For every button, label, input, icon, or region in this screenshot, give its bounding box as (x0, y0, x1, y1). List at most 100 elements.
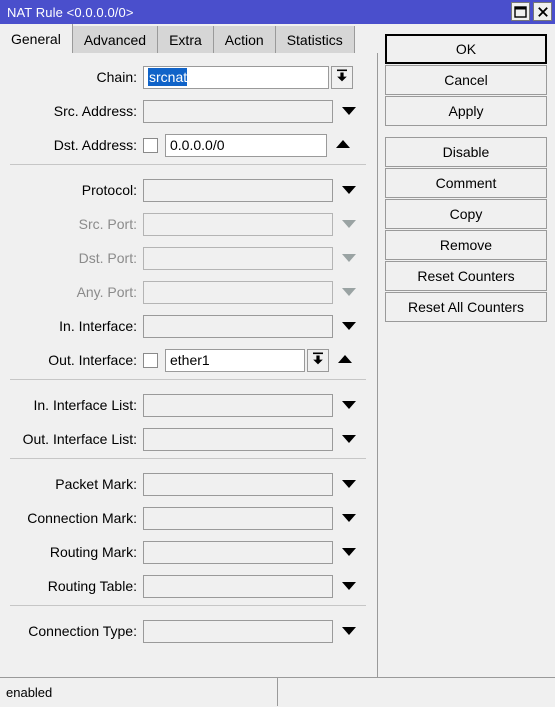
label-routing-table: Routing Table: (47, 578, 137, 594)
label-routing-mark: Routing Mark: (49, 544, 137, 560)
maximize-icon (514, 5, 527, 18)
disable-button[interactable]: Disable (385, 137, 547, 167)
reset-counters-button[interactable]: Reset Counters (385, 261, 547, 291)
chevron-down-icon-in-interface-list[interactable] (337, 399, 361, 411)
set-value-dropdown-button-chain[interactable] (331, 65, 353, 89)
general-form-panel: Chain: srcnat Src. Address: Dst. Address: 0.… (0, 53, 378, 677)
input-connection-type[interactable] (143, 619, 333, 643)
form-row-in-interface: In. Interface: (0, 311, 377, 341)
chevron-up-icon-dst-address[interactable] (331, 139, 355, 151)
form-row-src-address: Src. Address: (0, 96, 377, 126)
chevron-down-icon-connection-type[interactable] (337, 625, 361, 637)
form-row-connection-mark: Connection Mark: (0, 503, 377, 533)
form-row-routing-mark: Routing Mark: (0, 537, 377, 567)
titlebar: NAT Rule <0.0.0.0/0> (0, 0, 555, 24)
form-row-connection-type: Connection Type: (0, 616, 377, 646)
chevron-down-icon-in-interface[interactable] (337, 320, 361, 332)
chevron-down-icon-protocol[interactable] (337, 184, 361, 196)
label-dst-port: Dst. Port: (78, 250, 137, 266)
form-separator (10, 379, 366, 380)
set-arrow-down-icon (311, 351, 325, 369)
input-in-interface[interactable] (143, 314, 333, 338)
tab-general[interactable]: General (0, 24, 73, 53)
status-text-enabled: enabled (0, 678, 278, 706)
label-src-address: Src. Address: (53, 103, 137, 119)
close-icon (537, 6, 549, 18)
input-packet-mark[interactable] (143, 472, 333, 496)
close-button[interactable] (533, 2, 552, 21)
ok-button[interactable]: OK (385, 34, 547, 64)
button-label: Comment (435, 175, 497, 191)
chevron-down-icon-any-port (337, 286, 361, 298)
input-src-port (143, 212, 333, 236)
chevron-down-icon-out-interface-list[interactable] (337, 433, 361, 445)
remove-button[interactable]: Remove (385, 230, 547, 260)
comment-button[interactable]: Comment (385, 168, 547, 198)
maximize-button[interactable] (511, 2, 530, 21)
apply-button[interactable]: Apply (385, 96, 547, 126)
form-row-dst-port: Dst. Port: (0, 243, 377, 273)
reset-all-counters-button[interactable]: Reset All Counters (385, 292, 547, 322)
button-label: Reset Counters (417, 268, 515, 284)
action-button-column: OK Cancel Apply Disable Comment Copy Remove Res… (385, 34, 547, 323)
set-arrow-down-icon (335, 68, 349, 86)
tab-extra[interactable]: Extra (158, 26, 214, 53)
form-row-src-port: Src. Port: (0, 209, 377, 239)
chevron-down-icon-routing-table[interactable] (337, 580, 361, 592)
nat-rule-window: NAT Rule <0.0.0.0/0> General Advanced Ex… (0, 0, 555, 707)
input-src-address[interactable] (143, 99, 333, 123)
form-separator (10, 458, 366, 459)
tab-label: General (11, 30, 61, 47)
chevron-down-icon-packet-mark[interactable] (337, 478, 361, 490)
label-out-interface: Out. Interface: (48, 352, 137, 368)
form-row-any-port: Any. Port: (0, 277, 377, 307)
button-label: Disable (442, 144, 490, 160)
set-value-dropdown-button-out-interface[interactable] (307, 348, 329, 372)
form-row-chain: Chain: srcnat (0, 62, 377, 92)
input-protocol[interactable] (143, 178, 333, 202)
copy-button[interactable]: Copy (385, 199, 547, 229)
input-out-interface[interactable]: ether1 (165, 348, 305, 372)
window-body: General Advanced Extra Action Statistics Cha… (0, 24, 555, 707)
chevron-up-icon-out-interface[interactable] (333, 354, 357, 366)
button-label: Reset All Counters (408, 299, 524, 315)
checkbox-out-interface[interactable] (143, 352, 158, 368)
input-out-interface-list[interactable] (143, 427, 333, 451)
label-connection-type: Connection Type: (28, 623, 137, 639)
input-value: srcnat (148, 67, 188, 86)
label-in-interface: In. Interface: (59, 318, 137, 334)
tab-action[interactable]: Action (213, 26, 276, 53)
form-row-dst-address: Dst. Address: 0.0.0.0/0 (0, 130, 377, 160)
form-row-in-interface-list: In. Interface List: (0, 390, 377, 420)
form-row-out-interface: Out. Interface: ether1 (0, 345, 377, 375)
input-routing-mark[interactable] (143, 540, 333, 564)
input-routing-table[interactable] (143, 574, 333, 598)
input-chain[interactable]: srcnat (143, 65, 329, 89)
input-any-port (143, 280, 333, 304)
chevron-down-icon-connection-mark[interactable] (337, 512, 361, 524)
chevron-down-icon-routing-mark[interactable] (337, 546, 361, 558)
checkbox-dst-address[interactable] (143, 137, 158, 153)
input-dst-address[interactable]: 0.0.0.0/0 (165, 133, 327, 157)
chevron-down-icon-src-address[interactable] (337, 105, 361, 117)
label-in-interface-list: In. Interface List: (33, 397, 138, 413)
tab-statistics[interactable]: Statistics (275, 26, 355, 53)
tab-label: Advanced (83, 31, 147, 48)
input-value: 0.0.0.0/0 (170, 136, 225, 153)
form-row-routing-table: Routing Table: (0, 571, 377, 601)
window-title: NAT Rule <0.0.0.0/0> (7, 4, 134, 20)
input-connection-mark[interactable] (143, 506, 333, 530)
status-bar: enabled (0, 677, 555, 707)
chevron-down-icon-src-port (337, 218, 361, 230)
label-out-interface-list: Out. Interface List: (22, 431, 137, 447)
tab-advanced[interactable]: Advanced (72, 26, 159, 53)
tab-strip: General Advanced Extra Action Statistics (0, 24, 378, 53)
tab-label: Action (224, 31, 264, 48)
button-label: Copy (449, 206, 483, 222)
cancel-button[interactable]: Cancel (385, 65, 547, 95)
form-row-packet-mark: Packet Mark: (0, 469, 377, 499)
label-dst-address: Dst. Address: (53, 137, 137, 153)
input-in-interface-list[interactable] (143, 393, 333, 417)
form-separator (10, 164, 366, 165)
input-dst-port (143, 246, 333, 270)
